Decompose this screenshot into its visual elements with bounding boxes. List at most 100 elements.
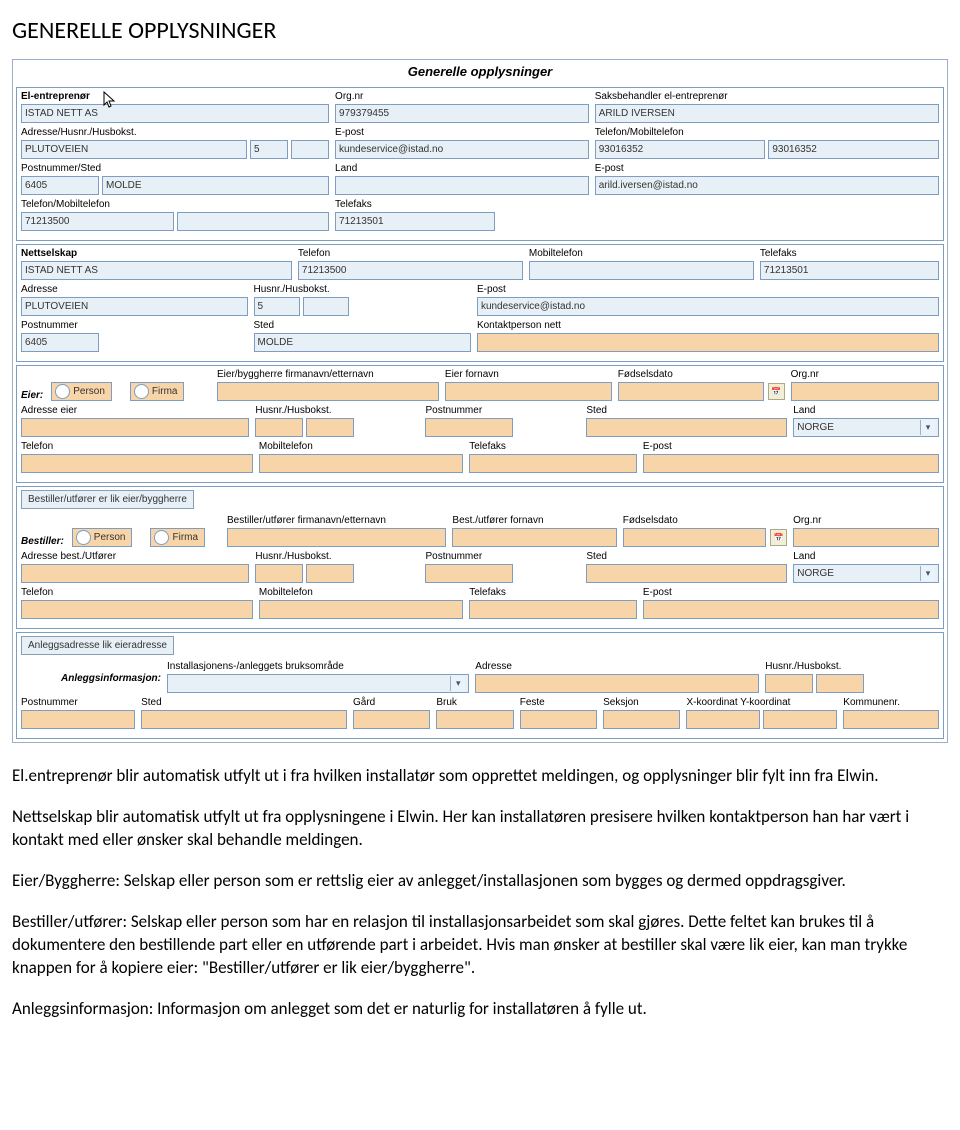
bestiller-husnr[interactable] xyxy=(255,564,303,583)
saks-tel[interactable]: 93016352 xyxy=(595,140,766,159)
radio-icon xyxy=(55,384,70,399)
entreprenor-org[interactable]: 979379455 xyxy=(335,104,589,123)
eier-epost[interactable] xyxy=(643,454,939,473)
saks-epost[interactable]: arild.iversen@istad.no xyxy=(595,176,939,195)
nettselskap-husnr[interactable]: 5 xyxy=(254,297,300,316)
entreprenor-tel[interactable]: 71213500 xyxy=(21,212,174,231)
anlegg-gard[interactable] xyxy=(353,710,430,729)
label: Adresse xyxy=(475,661,759,672)
label: Telefon xyxy=(298,248,523,259)
anlegg-postnr[interactable] xyxy=(21,710,135,729)
eier-mob[interactable] xyxy=(259,454,463,473)
nettselskap-husbokst[interactable] xyxy=(303,297,349,316)
bestiller-org[interactable] xyxy=(793,528,939,547)
label: Adresse best./Utfører xyxy=(21,551,249,562)
eier-fax[interactable] xyxy=(469,454,637,473)
bestiller-fax[interactable] xyxy=(469,600,637,619)
entreprenor-husnr[interactable]: 5 xyxy=(250,140,288,159)
label: Mobiltelefon xyxy=(259,441,463,452)
nettselskap-epost[interactable]: kundeservice@istad.no xyxy=(477,297,939,316)
entreprenor-postnr[interactable]: 6405 xyxy=(21,176,99,195)
eier-firmanavn[interactable] xyxy=(217,382,439,401)
eier-tel[interactable] xyxy=(21,454,253,473)
nettselskap-postnr[interactable]: 6405 xyxy=(21,333,99,352)
label: Eier fornavn xyxy=(445,369,612,380)
nettselskap-adresse[interactable]: PLUTOVEIEN xyxy=(21,297,248,316)
label: Husnr./Husbokst. xyxy=(255,405,419,416)
bestiller-husbokst[interactable] xyxy=(306,564,354,583)
entreprenor-adresse[interactable]: PLUTOVEIEN xyxy=(21,140,247,159)
eier-sted[interactable] xyxy=(586,418,787,437)
nettselskap-tel[interactable]: 71213500 xyxy=(298,261,523,280)
calendar-icon[interactable]: 📅 xyxy=(768,383,785,400)
label: Adresse xyxy=(21,284,248,295)
anlegg-husbokst[interactable] xyxy=(816,674,864,693)
entreprenor-land[interactable] xyxy=(335,176,589,195)
nettselskap-fax[interactable]: 71213501 xyxy=(760,261,939,280)
bestiller-fornavn[interactable] xyxy=(452,528,616,547)
entreprenor-fax[interactable]: 71213501 xyxy=(335,212,495,231)
anlegg-y[interactable] xyxy=(763,710,837,729)
radio-firma[interactable]: Firma xyxy=(130,382,185,401)
bestiller-epost[interactable] xyxy=(643,600,939,619)
eier-org[interactable] xyxy=(791,382,939,401)
label: Fødselsdato xyxy=(618,369,785,380)
bestiller-adresse[interactable] xyxy=(21,564,249,583)
bestiller-postnr[interactable] xyxy=(425,564,513,583)
anlegg-bruksomrade-select[interactable]: ▾ xyxy=(167,674,469,693)
bestiller-sted[interactable] xyxy=(586,564,787,583)
radio-person[interactable]: Person xyxy=(51,382,112,401)
anlegg-husnr[interactable] xyxy=(765,674,813,693)
bestiller-land-select[interactable]: NORGE▾ xyxy=(793,564,939,583)
eier-fdato[interactable] xyxy=(618,382,764,401)
body-p1: El.entreprenør blir automatisk utfylt ut… xyxy=(12,765,948,788)
anlegg-x[interactable] xyxy=(686,710,760,729)
radio-person[interactable]: Person xyxy=(72,528,133,547)
label: Postnummer xyxy=(21,697,135,708)
copy-eier-button[interactable]: Bestiller/utfører er lik eier/byggherre xyxy=(21,490,194,509)
entreprenor-epost[interactable]: kundeservice@istad.no xyxy=(335,140,589,159)
label: Org.nr xyxy=(793,515,939,526)
eier-postnr[interactable] xyxy=(425,418,513,437)
body-p2: Nettselskap blir automatisk utfylt ut fr… xyxy=(12,806,948,852)
eier-husnr[interactable] xyxy=(255,418,303,437)
entreprenor-name[interactable]: ISTAD NETT AS xyxy=(21,104,329,123)
bestiller-mob[interactable] xyxy=(259,600,463,619)
eier-fornavn[interactable] xyxy=(445,382,612,401)
label: Land xyxy=(793,405,939,416)
nettselskap-mob[interactable] xyxy=(529,261,754,280)
label: E-post xyxy=(595,163,939,174)
radio-firma[interactable]: Firma xyxy=(150,528,205,547)
bestiller-fdato[interactable] xyxy=(623,528,766,547)
entreprenor-sted[interactable]: MOLDE xyxy=(102,176,329,195)
label: Kontaktperson nett xyxy=(477,320,939,331)
nettselskap-kontakt[interactable] xyxy=(477,333,939,352)
anlegg-sted[interactable] xyxy=(141,710,347,729)
label: Fødselsdato xyxy=(623,515,787,526)
eier-adresse[interactable] xyxy=(21,418,249,437)
saks-mob[interactable]: 93016352 xyxy=(768,140,939,159)
anlegg-feste[interactable] xyxy=(520,710,597,729)
anlegg-kommunenr[interactable] xyxy=(843,710,939,729)
label: Gård xyxy=(353,697,430,708)
eier-land-select[interactable]: NORGE▾ xyxy=(793,418,939,437)
eier-husbokst[interactable] xyxy=(306,418,354,437)
bestiller-firmanavn[interactable] xyxy=(227,528,446,547)
anlegg-seksjon[interactable] xyxy=(603,710,680,729)
label: Saksbehandler el-entreprenør xyxy=(595,91,939,102)
nettselskap-sted[interactable]: MOLDE xyxy=(254,333,471,352)
calendar-icon[interactable]: 📅 xyxy=(770,529,787,546)
label: Postnummer xyxy=(21,320,248,331)
label: Kommunenr. xyxy=(843,697,939,708)
anlegg-bruk[interactable] xyxy=(436,710,513,729)
saksbehandler[interactable]: ARILD IVERSEN xyxy=(595,104,939,123)
bestiller-tel[interactable] xyxy=(21,600,253,619)
copy-anlegg-button[interactable]: Anleggsadresse lik eieradresse xyxy=(21,636,174,655)
label: Land xyxy=(335,163,589,174)
nettselskap-name[interactable]: ISTAD NETT AS xyxy=(21,261,292,280)
entreprenor-mob[interactable] xyxy=(177,212,330,231)
entreprenor-husbokst[interactable] xyxy=(291,140,329,159)
label: Feste xyxy=(520,697,597,708)
anlegg-adresse[interactable] xyxy=(475,674,759,693)
section-anlegg: Anleggsadresse lik eieradresse Anleggsin… xyxy=(16,632,944,739)
